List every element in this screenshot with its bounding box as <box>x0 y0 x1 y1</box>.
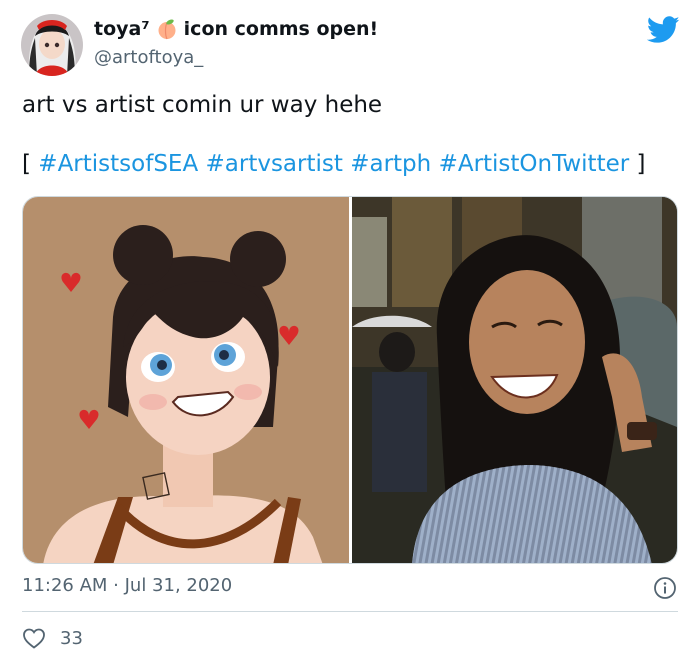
avatar-image <box>21 14 83 76</box>
hashtag-link[interactable]: #artph <box>350 151 431 177</box>
avatar[interactable] <box>21 14 83 76</box>
tweet-hashtags: [ #ArtistsofSEA #artvsartist #artph #Art… <box>22 151 646 177</box>
photo-image[interactable] <box>352 197 677 563</box>
tweet-media[interactable] <box>22 196 678 564</box>
display-name[interactable]: toya⁷ icon comms open! <box>94 18 378 40</box>
display-name-suffix: icon comms open! <box>183 18 379 40</box>
hashtag-link[interactable]: #ArtistOnTwitter <box>439 151 630 177</box>
info-icon[interactable] <box>653 576 677 600</box>
artwork-image[interactable] <box>23 197 349 563</box>
hashtag-link[interactable]: #artvsartist <box>206 151 343 177</box>
user-handle[interactable]: @artoftoya_ <box>94 47 203 68</box>
bracket-close: ] <box>636 151 646 177</box>
display-name-text: toya⁷ <box>94 18 150 40</box>
peach-icon <box>156 18 178 40</box>
tweet-timestamp[interactable]: 11:26 AM · Jul 31, 2020 <box>22 575 232 596</box>
hashtag-link[interactable]: #ArtistsofSEA <box>38 151 198 177</box>
heart-icon[interactable] <box>22 627 46 649</box>
twitter-bird-icon[interactable] <box>646 16 680 44</box>
bracket-open: [ <box>22 151 31 177</box>
tweet-text: art vs artist comin ur way hehe <box>22 92 383 118</box>
divider <box>22 611 678 612</box>
like-count[interactable]: 33 <box>60 628 83 649</box>
